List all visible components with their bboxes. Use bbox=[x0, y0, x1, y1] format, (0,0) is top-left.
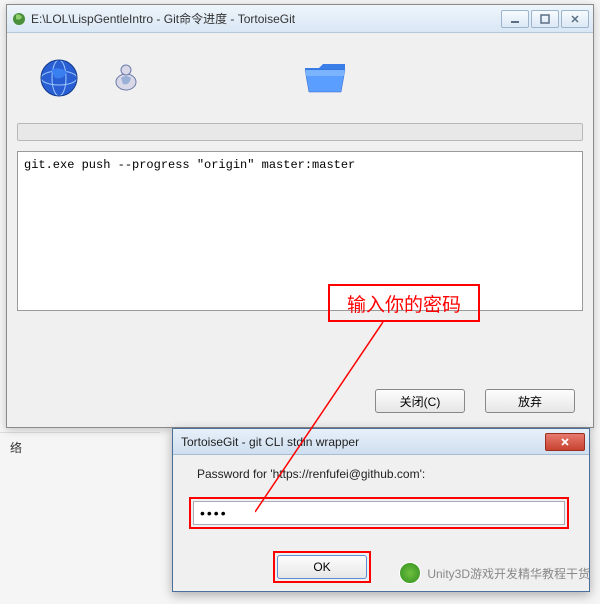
dialog-close-button[interactable] bbox=[545, 433, 585, 451]
password-input-highlight bbox=[189, 497, 569, 529]
window-title: E:\LOL\LispGentleIntro - Git命令进度 - Torto… bbox=[31, 10, 501, 27]
dialog-body: Password for 'https://renfufei@github.co… bbox=[173, 455, 589, 541]
progress-bar bbox=[17, 123, 583, 141]
watermark-logo-icon bbox=[399, 562, 421, 584]
tortoise-icon bbox=[111, 60, 141, 96]
password-label: Password for 'https://renfufei@github.co… bbox=[189, 467, 573, 481]
git-progress-window: E:\LOL\LispGentleIntro - Git命令进度 - Torto… bbox=[6, 4, 594, 428]
close-button[interactable] bbox=[561, 10, 589, 28]
ok-button[interactable]: OK bbox=[277, 555, 367, 579]
maximize-button[interactable] bbox=[531, 10, 559, 28]
titlebar[interactable]: E:\LOL\LispGentleIntro - Git命令进度 - Torto… bbox=[7, 5, 593, 33]
app-icon bbox=[11, 11, 27, 27]
watermark: Unity3D游戏开发精华教程干货 bbox=[399, 562, 590, 584]
sidebar-item[interactable]: 络 bbox=[0, 432, 160, 462]
dialog-titlebar[interactable]: TortoiseGit - git CLI stdin wrapper bbox=[173, 429, 589, 455]
password-input[interactable] bbox=[193, 501, 565, 525]
watermark-text: Unity3D游戏开发精华教程干货 bbox=[427, 565, 590, 582]
abort-button[interactable]: 放弃 bbox=[485, 389, 575, 413]
button-row: 关闭(C) 放弃 bbox=[375, 389, 575, 413]
minimize-button[interactable] bbox=[501, 10, 529, 28]
sidebar-fragment: 络 bbox=[0, 432, 160, 462]
icon-row bbox=[17, 43, 583, 113]
close-button[interactable]: 关闭(C) bbox=[375, 389, 465, 413]
folder-icon bbox=[301, 58, 349, 98]
globe-icon bbox=[37, 56, 81, 100]
command-output[interactable]: git.exe push --progress "origin" master:… bbox=[17, 151, 583, 311]
dialog-title: TortoiseGit - git CLI stdin wrapper bbox=[177, 435, 545, 449]
window-controls bbox=[501, 10, 589, 28]
annotation-label: 输入你的密码 bbox=[328, 284, 480, 322]
ok-button-highlight: OK bbox=[273, 551, 371, 583]
window-body: git.exe push --progress "origin" master:… bbox=[7, 33, 593, 427]
